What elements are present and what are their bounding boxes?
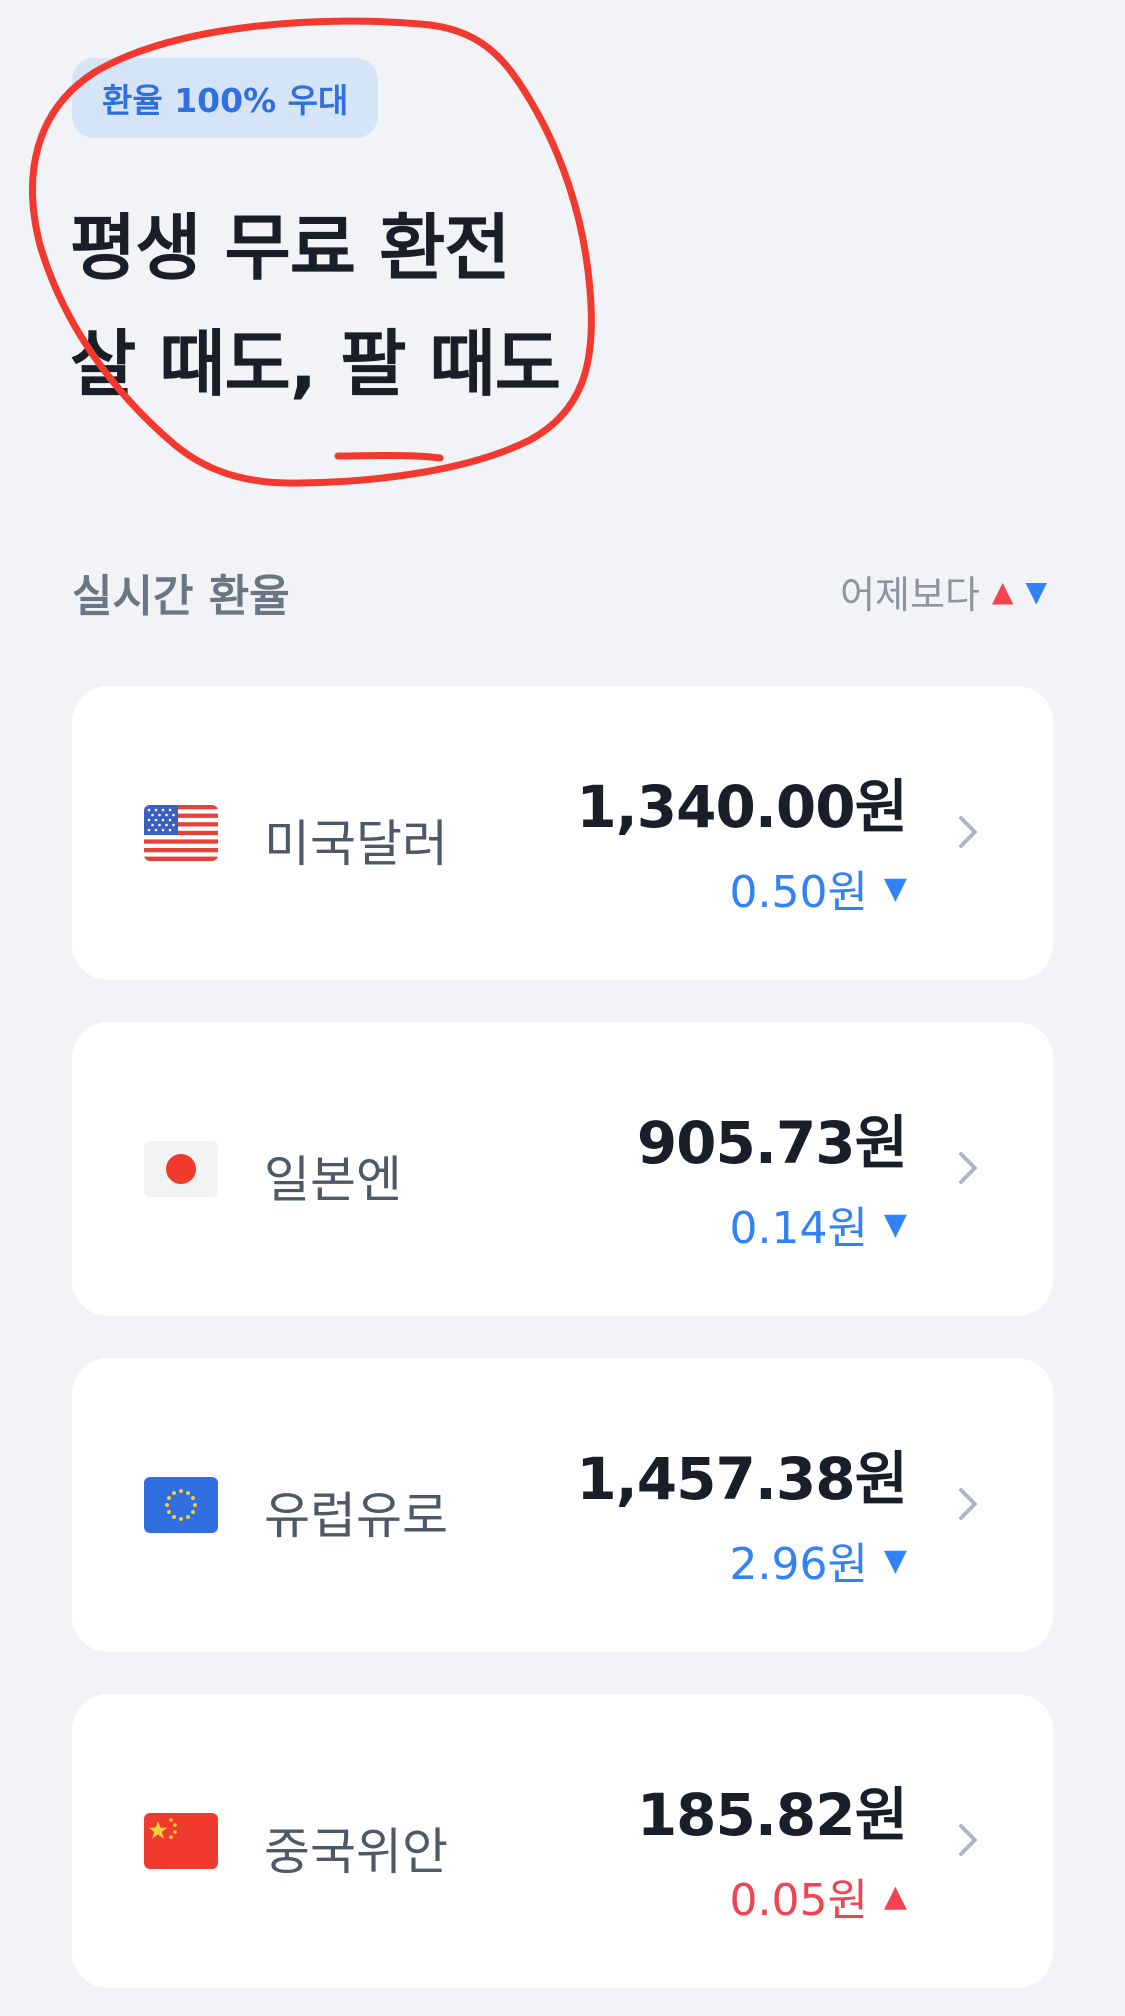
chevron-right-icon [959, 816, 977, 848]
currency-name: 중국위안 [264, 1823, 448, 1881]
down-triangle-icon: ▼ [1025, 575, 1047, 608]
rate-change: 0.14원 ▼ [729, 1192, 907, 1256]
cn-flag-icon [144, 1813, 218, 1869]
rate-change-value: 0.14원 [729, 1203, 868, 1254]
rate-change-value: 0.50원 [729, 867, 868, 918]
down-triangle-icon: ▼ [883, 1206, 907, 1242]
promo-badge: 환율 100% 우대 [72, 58, 379, 138]
us-flag-icon [144, 805, 218, 861]
section-title: 실시간 환율 [72, 571, 290, 622]
down-triangle-icon: ▼ [883, 870, 907, 906]
eu-flag-icon [144, 1477, 218, 1533]
chevron-right-icon [959, 1152, 977, 1184]
chevron-right-icon [959, 1824, 977, 1856]
rate-change: 0.50원 ▼ [729, 856, 907, 920]
down-triangle-icon: ▼ [883, 1542, 907, 1578]
headline-line-1: 평생 무료 환전 [70, 206, 511, 290]
currency-card-usd[interactable]: 미국달러 1,340.00원 0.50원 ▼ [72, 686, 1053, 980]
headline-line-2: 살 때도, 팔 때도 [70, 322, 561, 406]
currency-card-eur[interactable]: 유럽유로 1,457.38원 2.96원 ▼ [72, 1358, 1053, 1652]
exchange-rate: 1,340.00원 [576, 773, 908, 841]
headline: 평생 무료 환전 살 때도, 팔 때도 [70, 190, 561, 422]
exchange-rate: 1,457.38원 [576, 1445, 908, 1513]
chevron-right-icon [959, 1488, 977, 1520]
currency-name: 미국달러 [264, 815, 448, 873]
up-triangle-icon: ▲ [991, 575, 1014, 608]
exchange-rate: 185.82원 [636, 1781, 908, 1849]
jp-flag-icon [144, 1141, 218, 1197]
rate-change-value: 2.96원 [729, 1539, 868, 1590]
currency-card-cny[interactable]: 중국위안 185.82원 0.05원 ▲ [72, 1694, 1053, 1988]
up-triangle-icon: ▲ [883, 1878, 907, 1914]
currency-name: 일본엔 [264, 1151, 402, 1209]
exchange-page: 환율 100% 우대 평생 무료 환전 살 때도, 팔 때도 실시간 환율 어제… [0, 0, 1125, 2016]
currency-card-jpy[interactable]: 일본엔 905.73원 0.14원 ▼ [72, 1022, 1053, 1316]
compare-label: 어제보다 [840, 573, 980, 617]
rate-change: 2.96원 ▼ [729, 1528, 907, 1592]
promo-badge-label: 환율 100% 우대 [102, 81, 349, 120]
compare-legend: 어제보다 ▲ ▼ [840, 564, 1047, 619]
currency-name: 유럽유로 [264, 1487, 448, 1545]
exchange-rate: 905.73원 [636, 1109, 908, 1177]
rate-change: 0.05원 ▲ [729, 1864, 907, 1928]
rate-change-value: 0.05원 [729, 1875, 868, 1926]
